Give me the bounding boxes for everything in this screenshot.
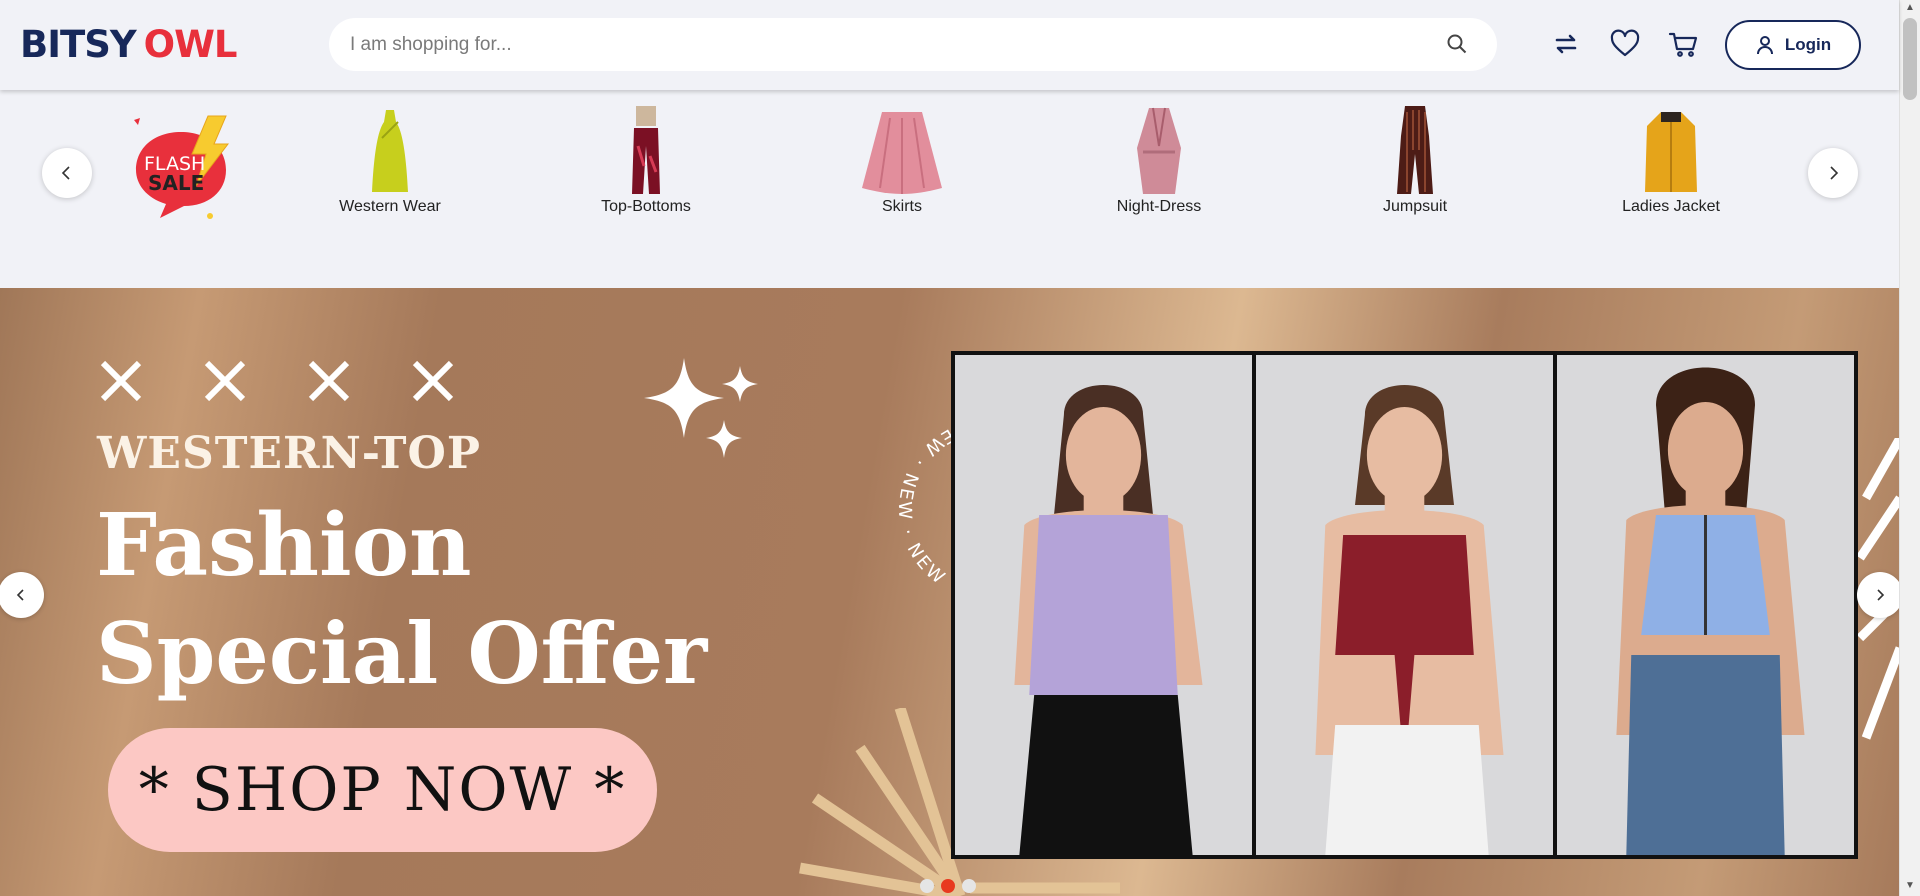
banner-model-photos xyxy=(951,351,1858,859)
top-bottoms-image xyxy=(632,106,660,194)
search-bar xyxy=(329,18,1497,71)
user-icon xyxy=(1756,36,1773,55)
banner-prev-button[interactable] xyxy=(0,572,44,618)
banner-headline-line2: Special Offer xyxy=(96,604,708,703)
page-scrollbar[interactable]: ▲ ▼ xyxy=(1899,0,1920,896)
logo-text-owl: OWL xyxy=(143,23,238,66)
category-label: Top-Bottoms xyxy=(601,198,691,215)
cart-icon[interactable] xyxy=(1667,28,1699,60)
category-prev-button[interactable] xyxy=(42,148,92,198)
scrollbar-thumb[interactable] xyxy=(1903,18,1917,100)
sparkle-icon xyxy=(644,358,758,458)
chevron-left-icon xyxy=(61,166,70,180)
category-carousel: FLASH SALE Western Wear Top-Bottoms Skir… xyxy=(0,90,1899,288)
category-item-ladies-jacket[interactable]: Ladies Jacket xyxy=(1596,108,1746,216)
x-mark-icon xyxy=(308,360,350,402)
category-item-night-dress[interactable]: Night-Dress xyxy=(1084,107,1234,216)
search-input[interactable] xyxy=(350,18,1430,71)
compare-icon[interactable] xyxy=(1550,28,1582,60)
x-mark-icon xyxy=(204,360,246,402)
scroll-down-arrow-icon[interactable]: ▼ xyxy=(1905,880,1915,891)
wishlist-heart-icon[interactable] xyxy=(1609,28,1641,60)
ladies-jacket-image xyxy=(1645,112,1697,192)
category-next-button[interactable] xyxy=(1808,148,1858,198)
x-mark-icon xyxy=(412,360,454,402)
page: BITSYOWL Login FLASH SALE xyxy=(0,0,1920,896)
category-label: Ladies Jacket xyxy=(1622,198,1720,215)
model-photo-maroon-top xyxy=(1256,355,1553,855)
category-item-top-bottoms[interactable]: Top-Bottoms xyxy=(571,106,721,216)
category-label: Jumpsuit xyxy=(1382,198,1448,215)
category-label: Skirts xyxy=(882,198,922,215)
banner-next-button[interactable] xyxy=(1857,572,1899,618)
slide-indicator xyxy=(920,879,976,893)
slide-dot-3[interactable] xyxy=(962,879,976,893)
decorative-x-marks xyxy=(98,358,456,404)
night-dress-image xyxy=(1137,107,1181,194)
slide-dot-1[interactable] xyxy=(920,879,934,893)
logo-text-bitsy: BITSY xyxy=(20,23,137,66)
site-logo[interactable]: BITSY OWL xyxy=(20,24,237,66)
category-item-skirts[interactable]: Skirts xyxy=(827,108,977,216)
chevron-left-icon xyxy=(16,589,24,601)
chevron-right-icon xyxy=(1877,589,1885,601)
model-photo-lavender-top xyxy=(955,355,1252,855)
western-wear-image xyxy=(372,110,408,192)
category-label: Western Wear xyxy=(339,198,441,215)
banner-kicker: WESTERN-TOP xyxy=(97,428,481,479)
sale-label: SALE xyxy=(148,171,204,195)
jumpsuit-image xyxy=(1397,106,1433,194)
model-photo-blue-top xyxy=(1557,355,1854,855)
chevron-right-icon xyxy=(1830,166,1839,180)
skirts-image xyxy=(862,112,942,194)
x-mark-icon xyxy=(100,360,142,402)
login-button[interactable]: Login xyxy=(1725,20,1861,70)
site-header: BITSYOWL Login xyxy=(0,0,1899,90)
slide-dot-2-active[interactable] xyxy=(941,879,955,893)
login-label: Login xyxy=(1784,35,1832,54)
flash-sale-badge[interactable]: FLASH SALE xyxy=(126,112,236,222)
category-label: Night-Dress xyxy=(1116,198,1202,215)
shop-now-button[interactable]: * SHOP NOW * xyxy=(108,728,657,852)
category-item-jumpsuit[interactable]: Jumpsuit xyxy=(1340,106,1490,216)
scroll-up-arrow-icon[interactable]: ▲ xyxy=(1905,2,1915,13)
hero-banner[interactable]: WESTERN-TOP Fashion Special Offer NEW · … xyxy=(0,288,1899,896)
banner-headline-line1: Fashion xyxy=(96,495,472,596)
search-icon[interactable] xyxy=(1445,32,1469,56)
category-item-western-wear[interactable]: Western Wear xyxy=(315,108,465,216)
